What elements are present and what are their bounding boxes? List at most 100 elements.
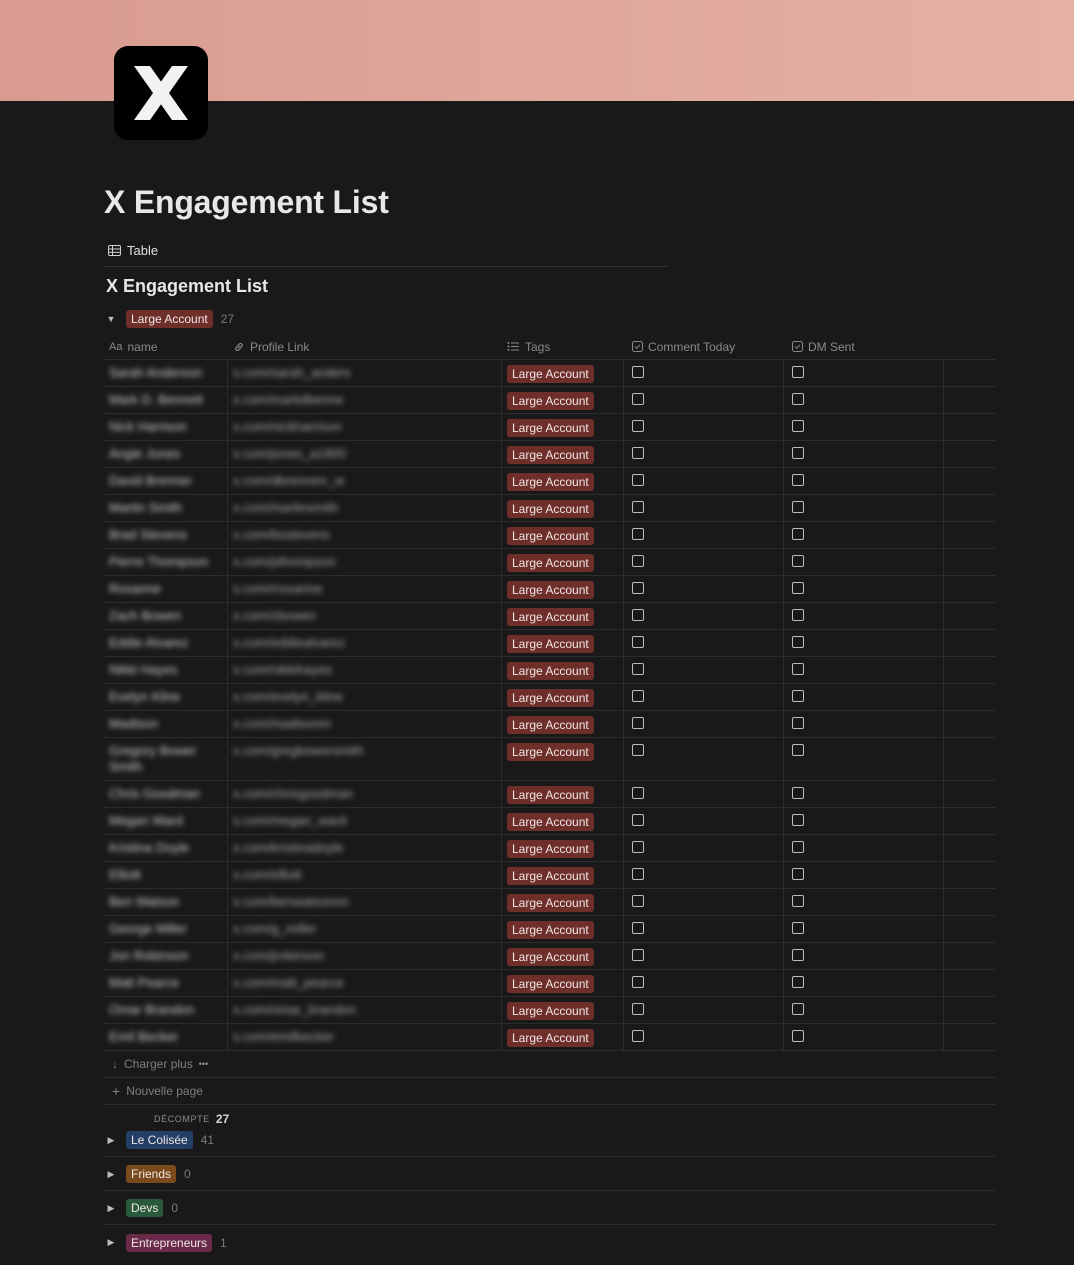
- cell-tags[interactable]: Large Account: [502, 684, 624, 710]
- row-profile-link[interactable]: x.com/kristinadoyle: [233, 840, 344, 855]
- comment-today-checkbox[interactable]: [632, 420, 644, 432]
- row-name[interactable]: Roxanne: [109, 581, 161, 596]
- cell-name[interactable]: Chris Goodman: [104, 781, 228, 807]
- cell-name[interactable]: Mark D. Bennett: [104, 387, 228, 413]
- row-profile-link[interactable]: x.com/emilbecker: [233, 1029, 334, 1044]
- comment-today-checkbox[interactable]: [632, 895, 644, 907]
- row-profile-link[interactable]: x.com/nikkihayes: [233, 662, 332, 677]
- cell-tags[interactable]: Large Account: [502, 1024, 624, 1050]
- cell-profile-link[interactable]: x.com/martinsmith: [228, 495, 502, 521]
- group-header-large-account[interactable]: ▼ Large Account 27: [104, 308, 234, 330]
- row-name[interactable]: Gregory Bower Smith: [109, 743, 196, 774]
- cell-profile-link[interactable]: x.com/g_miller: [228, 916, 502, 942]
- tab-table-view[interactable]: Table: [108, 240, 158, 260]
- database-title[interactable]: X Engagement List: [106, 276, 268, 297]
- new-page-button[interactable]: + Nouvelle page: [104, 1078, 996, 1105]
- comment-today-checkbox[interactable]: [632, 555, 644, 567]
- cell-profile-link[interactable]: x.com/matt_pearce: [228, 970, 502, 996]
- cell-profile-link[interactable]: x.com/zbowen: [228, 603, 502, 629]
- table-row[interactable]: Pierre Thompson x.com/pthompson Large Acco…: [104, 549, 996, 576]
- table-row[interactable]: Evelyn Kline x.com/evelyn_kline Large Acco…: [104, 684, 996, 711]
- dm-sent-checkbox[interactable]: [792, 922, 804, 934]
- table-row[interactable]: Sarah Anderson x.com/sarah_anders Large Ac…: [104, 360, 996, 387]
- comment-today-checkbox[interactable]: [632, 868, 644, 880]
- table-row[interactable]: Emil Becker x.com/emilbecker Large Account: [104, 1024, 996, 1051]
- cell-profile-link[interactable]: x.com/omar_brandon: [228, 997, 502, 1023]
- more-options-icon[interactable]: •••: [199, 1059, 208, 1069]
- row-profile-link[interactable]: x.com/sarah_anders: [233, 365, 351, 380]
- cell-profile-link[interactable]: x.com/nickharrison: [228, 414, 502, 440]
- comment-today-checkbox[interactable]: [632, 663, 644, 675]
- row-profile-link[interactable]: x.com/markdbenne: [233, 392, 344, 407]
- row-profile-link[interactable]: x.com/chrisgoodman: [233, 786, 353, 801]
- triangle-right-icon[interactable]: ▶: [104, 1135, 118, 1146]
- comment-today-checkbox[interactable]: [632, 787, 644, 799]
- comment-today-checkbox[interactable]: [632, 949, 644, 961]
- row-name[interactable]: David Brenner: [109, 473, 192, 488]
- column-header-name[interactable]: Aa name: [104, 334, 228, 359]
- cell-tags[interactable]: Large Account: [502, 522, 624, 548]
- row-name[interactable]: Zach Bowen: [109, 608, 181, 623]
- comment-today-checkbox[interactable]: [632, 474, 644, 486]
- comment-today-checkbox[interactable]: [632, 447, 644, 459]
- cell-tags[interactable]: Large Account: [502, 657, 624, 683]
- dm-sent-checkbox[interactable]: [792, 690, 804, 702]
- cell-tags[interactable]: Large Account: [502, 916, 624, 942]
- comment-today-checkbox[interactable]: [632, 690, 644, 702]
- cell-name[interactable]: Pierre Thompson: [104, 549, 228, 575]
- row-profile-link[interactable]: x.com/omar_brandon: [233, 1002, 356, 1017]
- cell-name[interactable]: Angie Jones: [104, 441, 228, 467]
- comment-today-checkbox[interactable]: [632, 922, 644, 934]
- row-profile-link[interactable]: x.com/dbrennerr_w: [233, 473, 344, 488]
- dm-sent-checkbox[interactable]: [792, 868, 804, 880]
- dm-sent-checkbox[interactable]: [792, 717, 804, 729]
- cell-tags[interactable]: Large Account: [502, 781, 624, 807]
- cell-profile-link[interactable]: x.com/markdbenne: [228, 387, 502, 413]
- cell-name[interactable]: Jon Robinson: [104, 943, 228, 969]
- row-name[interactable]: Omar Brandon: [109, 1002, 194, 1017]
- dm-sent-checkbox[interactable]: [792, 501, 804, 513]
- dm-sent-checkbox[interactable]: [792, 636, 804, 648]
- cell-name[interactable]: Elliott: [104, 862, 228, 888]
- comment-today-checkbox[interactable]: [632, 582, 644, 594]
- row-profile-link[interactable]: x.com/gregbowersmith: [233, 743, 364, 758]
- cell-tags[interactable]: Large Account: [502, 862, 624, 888]
- cell-name[interactable]: Zach Bowen: [104, 603, 228, 629]
- row-profile-link[interactable]: x.com/jones_a1900: [233, 446, 346, 461]
- row-name[interactable]: George Miller: [109, 921, 187, 936]
- comment-today-checkbox[interactable]: [632, 1030, 644, 1042]
- row-profile-link[interactable]: x.com/nickharrison: [233, 419, 341, 434]
- comment-today-checkbox[interactable]: [632, 501, 644, 513]
- cell-name[interactable]: Evelyn Kline: [104, 684, 228, 710]
- row-profile-link[interactable]: x.com/martinsmith: [233, 500, 338, 515]
- cell-name[interactable]: Omar Brandon: [104, 997, 228, 1023]
- dm-sent-checkbox[interactable]: [792, 787, 804, 799]
- cell-tags[interactable]: Large Account: [502, 835, 624, 861]
- cell-name[interactable]: Megan Ward: [104, 808, 228, 834]
- cell-tags[interactable]: Large Account: [502, 495, 624, 521]
- table-row[interactable]: David Brenner x.com/dbrennerr_w Large Acco…: [104, 468, 996, 495]
- row-profile-link[interactable]: x.com/bsstevens: [233, 527, 330, 542]
- table-row[interactable]: Ben Watson x.com/benwatsonnn Large Account: [104, 889, 996, 916]
- cell-name[interactable]: David Brenner: [104, 468, 228, 494]
- row-profile-link[interactable]: x.com/elliott: [233, 867, 302, 882]
- table-row[interactable]: Kristina Doyle x.com/kristinadoyle Large A…: [104, 835, 996, 862]
- cell-profile-link[interactable]: x.com/madisonm: [228, 711, 502, 737]
- row-name[interactable]: Jon Robinson: [109, 948, 189, 963]
- table-row[interactable]: Brad Stevens x.com/bsstevens Large Account: [104, 522, 996, 549]
- page-icon[interactable]: [114, 46, 208, 140]
- cell-tags[interactable]: Large Account: [502, 576, 624, 602]
- cell-name[interactable]: Emil Becker: [104, 1024, 228, 1050]
- cell-profile-link[interactable]: x.com/pthompson: [228, 549, 502, 575]
- table-row[interactable]: Megan Ward x.com/megan_ward Large Account: [104, 808, 996, 835]
- table-row[interactable]: Zach Bowen x.com/zbowen Large Account: [104, 603, 996, 630]
- row-name[interactable]: Emil Becker: [109, 1029, 178, 1044]
- cell-tags[interactable]: Large Account: [502, 943, 624, 969]
- triangle-right-icon[interactable]: ▶: [104, 1169, 118, 1180]
- cell-profile-link[interactable]: x.com/jrobinson: [228, 943, 502, 969]
- cell-profile-link[interactable]: x.com/jones_a1900: [228, 441, 502, 467]
- dm-sent-checkbox[interactable]: [792, 582, 804, 594]
- group-header-friends[interactable]: ▶ Friends 0: [104, 1158, 996, 1191]
- cell-tags[interactable]: Large Account: [502, 603, 624, 629]
- comment-today-checkbox[interactable]: [632, 841, 644, 853]
